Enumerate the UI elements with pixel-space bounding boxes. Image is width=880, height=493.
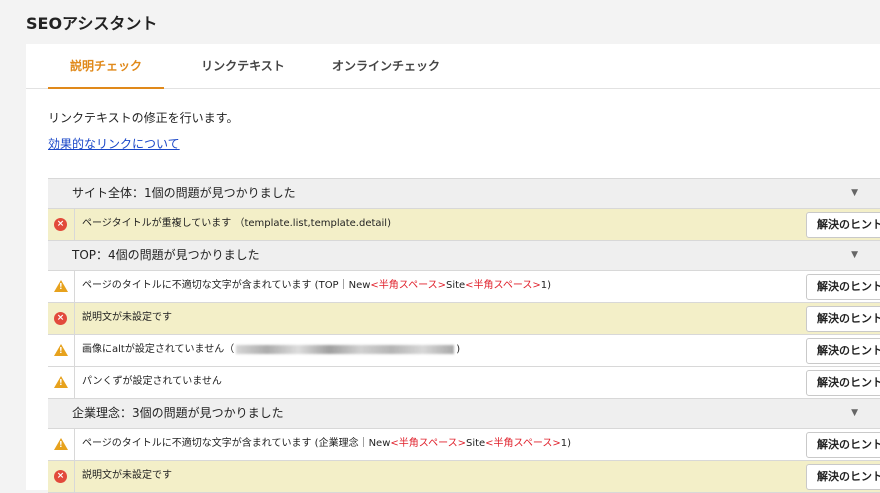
- solution-hint-button[interactable]: 解決のヒント: [806, 212, 880, 238]
- tab-description-check[interactable]: 説明チェック: [48, 44, 164, 89]
- warning-icon: !: [54, 376, 68, 388]
- message-text: ページのタイトルに不適切な文字が含まれています (企業理念｜New: [82, 438, 391, 449]
- warning-icon: !: [54, 280, 68, 292]
- severity-cell: ×: [48, 303, 75, 334]
- issue-message: 説明文が未設定です: [82, 470, 172, 481]
- warning-icon: !: [54, 438, 68, 450]
- message-text: 1): [540, 280, 551, 291]
- group-header-label: 企業理念：3個の問題が見つかりました: [72, 406, 284, 420]
- highlight-text: <半角スペース>: [485, 438, 561, 449]
- group-header-corporate-philosophy[interactable]: 企業理念：3個の問題が見つかりました ▼: [48, 399, 880, 429]
- solution-hint-button[interactable]: 解決のヒント: [806, 338, 880, 364]
- message-text: Site: [445, 280, 466, 291]
- issue-message: ページタイトルが重複しています （template.list,template.…: [82, 218, 391, 229]
- issue-row: ! パンくずが設定されていません 解決のヒント: [48, 367, 880, 399]
- issue-message: ページのタイトルに不適切な文字が含まれています (企業理念｜New<半角スペース…: [82, 434, 571, 449]
- issue-row: × ページタイトルが重複しています （template.list,templat…: [48, 209, 880, 241]
- solution-hint-button[interactable]: 解決のヒント: [806, 274, 880, 300]
- page-description: リンクテキストの修正を行います。: [48, 111, 239, 125]
- effective-links-help-link[interactable]: 効果的なリンクについて: [48, 135, 180, 152]
- tab-link-text[interactable]: リンクテキスト: [190, 44, 296, 88]
- error-icon: ×: [54, 312, 67, 325]
- tab-online-check[interactable]: オンラインチェック: [318, 44, 454, 88]
- issue-message: 説明文が未設定です: [82, 312, 172, 323]
- issue-row: ! ページのタイトルに不適切な文字が含まれています (TOP｜New<半角スペー…: [48, 271, 880, 303]
- issue-row: × 説明文が未設定です 解決のヒント: [48, 461, 880, 493]
- issue-row: × 説明文が未設定です 解決のヒント: [48, 303, 880, 335]
- main-panel: 説明チェック リンクテキスト オンラインチェック リンクテキストの修正を行います…: [26, 44, 880, 493]
- redacted-image-path: [236, 344, 455, 354]
- group-header-top[interactable]: TOP：4個の問題が見つかりました ▼: [48, 241, 880, 271]
- issue-message: パンくずが設定されていません: [82, 376, 222, 387]
- issue-row: ! 画像にaltが設定されていません（) 解決のヒント: [48, 335, 880, 367]
- issue-message: ページのタイトルに不適切な文字が含まれています (TOP｜New<半角スペース>…: [82, 276, 551, 291]
- group-header-site-wide[interactable]: サイト全体：1個の問題が見つかりました ▼: [48, 179, 880, 209]
- chevron-down-icon[interactable]: ▼: [851, 179, 858, 208]
- warning-icon: !: [54, 344, 68, 356]
- highlight-text: <半角スペース>: [370, 280, 446, 291]
- tab-bar: 説明チェック リンクテキスト オンラインチェック: [26, 44, 880, 89]
- highlight-text: <半角スペース>: [465, 280, 541, 291]
- app-title: SEOアシスタント: [26, 14, 158, 33]
- message-text: 画像にaltが設定されていません（: [82, 344, 235, 355]
- solution-hint-button[interactable]: 解決のヒント: [806, 464, 880, 490]
- message-text: ): [456, 344, 461, 355]
- chevron-down-icon[interactable]: ▼: [851, 399, 858, 428]
- message-text: 1): [560, 438, 571, 449]
- severity-cell: !: [48, 335, 75, 366]
- issue-row: ! ページのタイトルに不適切な文字が含まれています (企業理念｜New<半角スペ…: [48, 429, 880, 461]
- issue-message: 画像にaltが設定されていません（): [82, 340, 460, 355]
- error-icon: ×: [54, 218, 67, 231]
- solution-hint-button[interactable]: 解決のヒント: [806, 432, 880, 458]
- solution-hint-button[interactable]: 解決のヒント: [806, 306, 880, 332]
- severity-cell: ×: [48, 461, 75, 492]
- group-header-label: サイト全体：1個の問題が見つかりました: [72, 186, 296, 200]
- solution-hint-button[interactable]: 解決のヒント: [806, 370, 880, 396]
- severity-cell: ×: [48, 209, 75, 240]
- message-text: Site: [465, 438, 486, 449]
- error-icon: ×: [54, 470, 67, 483]
- chevron-down-icon[interactable]: ▼: [851, 241, 858, 270]
- severity-cell: !: [48, 367, 75, 398]
- group-header-label: TOP：4個の問題が見つかりました: [72, 248, 260, 262]
- severity-cell: !: [48, 429, 75, 460]
- highlight-text: <半角スペース>: [390, 438, 466, 449]
- message-text: ページのタイトルに不適切な文字が含まれています (TOP｜New: [82, 280, 371, 291]
- issue-list: サイト全体：1個の問題が見つかりました ▼ × ページタイトルが重複しています …: [48, 178, 880, 493]
- severity-cell: !: [48, 271, 75, 302]
